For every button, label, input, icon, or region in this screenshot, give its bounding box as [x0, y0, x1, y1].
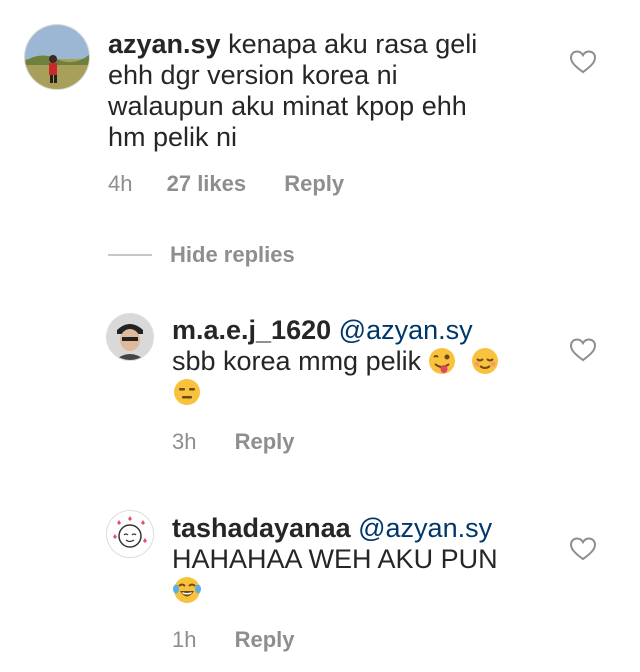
relieved-face-emoji: [472, 348, 499, 374]
likes-count[interactable]: 27 likes: [167, 171, 247, 197]
comment-body-line: HAHAHAA WEH AKU PUN: [172, 544, 498, 574]
hide-replies-toggle[interactable]: Hide replies: [108, 240, 295, 270]
comment-text: tashadayanaa @azyan.sy HAHAHAA WEH AKU P…: [172, 513, 572, 606]
avatar[interactable]: [106, 313, 154, 361]
winking-face-with-tongue-emoji: [428, 348, 455, 374]
avatar[interactable]: [24, 24, 90, 90]
heart-outline-icon[interactable]: [570, 338, 596, 362]
comment-username[interactable]: azyan.sy: [108, 29, 221, 59]
comment-text: azyan.sy kenapa aku rasa geli ehh dgr ve…: [108, 29, 548, 153]
comment-time: 3h: [172, 429, 197, 454]
heart-outline-icon[interactable]: [570, 50, 596, 74]
reply-button[interactable]: Reply: [235, 429, 295, 455]
heart-outline-icon[interactable]: [570, 537, 596, 561]
comment-username[interactable]: tashadayanaa: [172, 513, 351, 543]
divider: [108, 254, 152, 256]
comment-text: m.a.e.j_1620 @azyan.sy sbb korea mmg pel…: [172, 315, 572, 408]
comment-username[interactable]: m.a.e.j_1620: [172, 315, 331, 345]
expressionless-face-emoji: [174, 379, 200, 405]
comment-body-line: hm pelik ni: [108, 122, 238, 152]
avatar[interactable]: [106, 510, 154, 558]
comment-time: 1h: [172, 627, 197, 652]
mention-link[interactable]: @azyan.sy: [358, 513, 492, 543]
reply-button[interactable]: Reply: [235, 627, 295, 653]
reply-button[interactable]: Reply: [284, 171, 344, 197]
comment-body-line: ehh dgr version korea ni: [108, 60, 398, 90]
mention-link[interactable]: @azyan.sy: [339, 315, 473, 345]
comment-body-line: sbb korea mmg pelik: [172, 346, 422, 376]
comment-meta: 1h Reply: [172, 627, 295, 653]
face-with-tears-of-joy-emoji: [173, 577, 201, 603]
hide-replies-label: Hide replies: [170, 242, 295, 267]
comment-meta: 3h Reply: [172, 429, 295, 455]
comment-body-line: walaupun aku minat kpop ehh: [108, 91, 467, 121]
comment-body-line: kenapa aku rasa geli: [228, 29, 478, 59]
comment-meta: 4h 27 likes Reply: [108, 171, 344, 197]
comment-time: 4h: [108, 171, 133, 196]
